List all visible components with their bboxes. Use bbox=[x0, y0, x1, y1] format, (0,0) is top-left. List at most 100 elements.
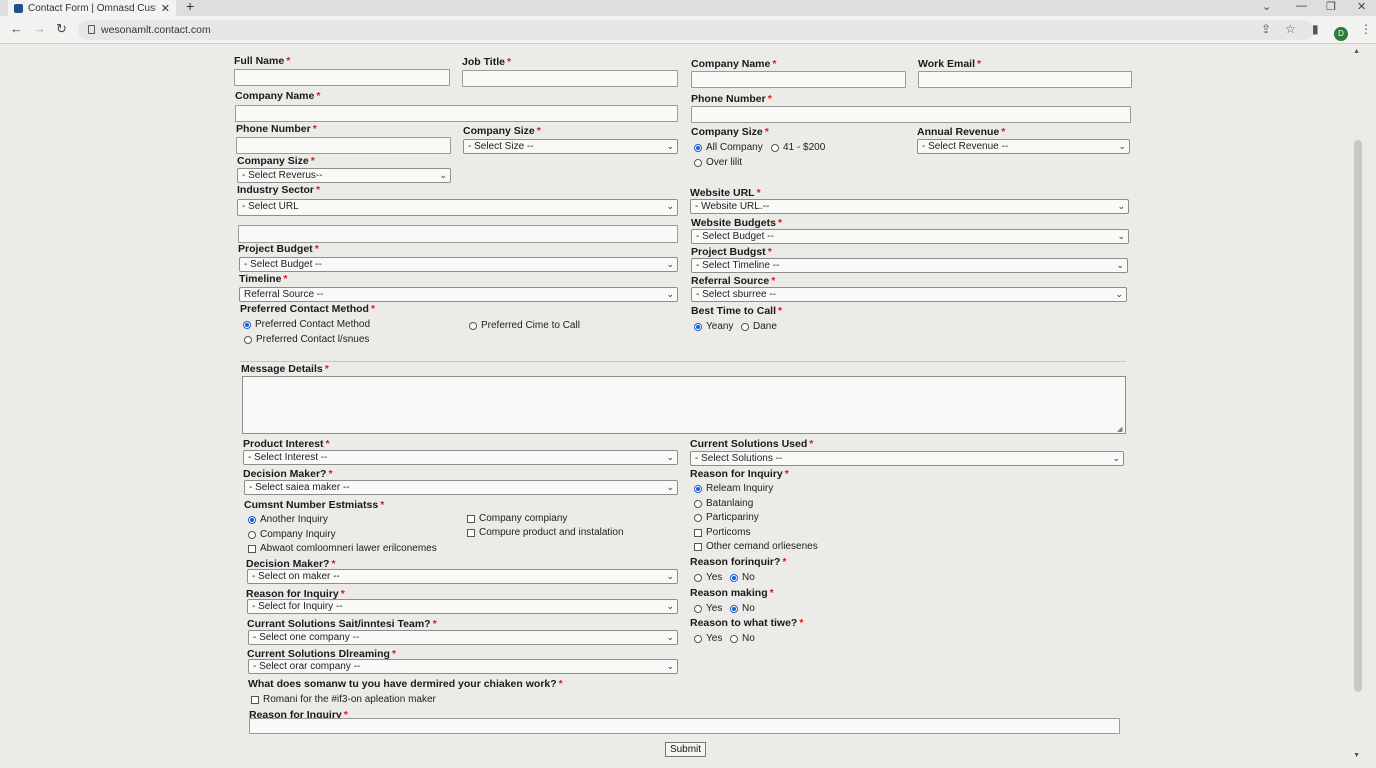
company-size-option[interactable]: Over lilit bbox=[694, 157, 742, 168]
radio-selected-icon[interactable] bbox=[730, 573, 738, 582]
website-budgets-select[interactable]: - Select Budget -- ⌄ bbox=[691, 229, 1129, 244]
best-time-option[interactable]: Yeany bbox=[694, 321, 733, 332]
checkbox-icon[interactable] bbox=[694, 542, 702, 551]
radio-selected-icon[interactable] bbox=[248, 515, 256, 524]
project-budget-select[interactable]: - Select Budget -- ⌄ bbox=[239, 257, 678, 272]
decision-maker-select[interactable]: - Select on maker -- ⌄ bbox=[247, 569, 678, 584]
company-size-option[interactable]: All Company bbox=[694, 142, 763, 153]
estimate-option[interactable]: Another Inquiry bbox=[248, 514, 328, 525]
radio-selected-icon[interactable] bbox=[243, 320, 251, 329]
radio-icon[interactable] bbox=[694, 634, 702, 643]
reason-inquiry-option[interactable]: Batanlaing bbox=[694, 498, 753, 509]
window-close-icon[interactable]: ✕ bbox=[1357, 0, 1366, 13]
industry-other-input[interactable] bbox=[238, 225, 678, 243]
reason-inquiry-option[interactable]: Particpariny bbox=[694, 512, 759, 523]
current-solutions-dreaming-select[interactable]: - Select orar company -- ⌄ bbox=[248, 659, 678, 674]
decision-maker-select[interactable]: - Select saiea maker -- ⌄ bbox=[244, 480, 678, 495]
what-does-option[interactable]: Romani for the #if3-on apleation maker bbox=[251, 694, 436, 705]
profile-avatar[interactable]: D bbox=[1334, 27, 1348, 41]
no-option[interactable]: No bbox=[730, 572, 755, 583]
address-bar[interactable]: wesonamlt.contact.com bbox=[78, 20, 1314, 40]
current-solutions-used-select[interactable]: - Select Solutions -- ⌄ bbox=[690, 451, 1124, 466]
estimate-option[interactable]: Company Inquiry bbox=[248, 529, 336, 540]
checkbox-icon[interactable] bbox=[694, 528, 702, 537]
chevron-down-icon: ⌄ bbox=[666, 201, 674, 211]
preferred-contact-option[interactable]: Preferred Contact l/snues bbox=[244, 334, 369, 345]
best-time-option[interactable]: Dane bbox=[741, 321, 777, 332]
message-textarea[interactable] bbox=[242, 376, 1126, 434]
message-details-label: Message Details * bbox=[241, 363, 329, 375]
share-icon[interactable]: ⇪ bbox=[1261, 22, 1271, 36]
submit-button[interactable]: Submit bbox=[665, 742, 706, 757]
company-name-input[interactable] bbox=[691, 71, 906, 88]
tab-search-icon[interactable]: ⌄ bbox=[1262, 0, 1271, 13]
reason-inquiry-option[interactable]: Other cemand orliesenes bbox=[694, 541, 818, 552]
radio-icon[interactable] bbox=[694, 573, 702, 582]
preferred-contact-option[interactable]: Preferred Contact Method bbox=[243, 319, 370, 330]
no-option[interactable]: No bbox=[730, 603, 755, 614]
menu-icon[interactable]: ⋮ bbox=[1360, 22, 1372, 36]
company-size-select[interactable]: - Select Reverus-- ⌄ bbox=[237, 168, 451, 183]
checkbox-icon[interactable] bbox=[467, 514, 475, 523]
timeline-select[interactable]: Referral Source -- ⌄ bbox=[239, 287, 678, 302]
yes-option[interactable]: Yes bbox=[694, 633, 722, 644]
company-name-input[interactable] bbox=[235, 105, 678, 122]
phone-number-input[interactable] bbox=[236, 137, 451, 154]
preferred-contact-option[interactable]: Preferred Cime to Call bbox=[469, 320, 580, 331]
radio-icon[interactable] bbox=[248, 530, 256, 539]
radio-icon[interactable] bbox=[694, 499, 702, 508]
radio-icon[interactable] bbox=[730, 634, 738, 643]
radio-icon[interactable] bbox=[469, 321, 477, 330]
yes-option[interactable]: Yes bbox=[694, 603, 722, 614]
reason-inquiry-select[interactable]: - Select for Inquiry -- ⌄ bbox=[247, 599, 678, 614]
annual-revenue-select[interactable]: - Select Revenue -- ⌄ bbox=[917, 139, 1130, 154]
website-url-select[interactable]: - Website URL.-- ⌄ bbox=[690, 199, 1129, 214]
radio-selected-icon[interactable] bbox=[694, 322, 702, 331]
star-icon[interactable]: ☆ bbox=[1285, 22, 1296, 36]
company-size-select[interactable]: - Select Size -- ⌄ bbox=[463, 139, 678, 154]
minimize-icon[interactable]: — bbox=[1296, 0, 1307, 12]
radio-icon[interactable] bbox=[244, 335, 252, 344]
forward-arrow-icon[interactable]: → bbox=[33, 21, 46, 36]
industry-sector-select[interactable]: - Select URL ⌄ bbox=[237, 199, 678, 216]
reason-inquiry-option[interactable]: Porticoms bbox=[694, 527, 750, 538]
estimate-option[interactable]: Abwaot comloomneri lawer erilconemes bbox=[248, 543, 437, 554]
sidepanel-icon[interactable]: ▮ bbox=[1312, 22, 1319, 36]
estimate-option[interactable]: Company compiany bbox=[467, 513, 567, 524]
restore-icon[interactable]: ❐ bbox=[1326, 0, 1336, 13]
job-title-input[interactable] bbox=[462, 70, 678, 87]
radio-selected-icon[interactable] bbox=[694, 143, 702, 152]
scrollbar-thumb[interactable] bbox=[1354, 140, 1362, 692]
back-arrow-icon[interactable]: ← bbox=[10, 21, 23, 36]
new-tab-icon[interactable]: + bbox=[186, 0, 194, 14]
browser-tab[interactable]: Contact Form | Omnasd Custom ✕ bbox=[8, 0, 176, 16]
estimate-option[interactable]: Compure product and instalation bbox=[467, 527, 624, 538]
resize-handle-icon[interactable]: ◢ bbox=[1117, 425, 1122, 433]
reason-inquiry-input[interactable] bbox=[249, 718, 1120, 734]
radio-icon[interactable] bbox=[694, 158, 702, 167]
reload-icon[interactable]: ↻ bbox=[56, 21, 67, 37]
radio-icon[interactable] bbox=[771, 143, 779, 152]
company-size-option[interactable]: 41 - $200 bbox=[771, 142, 825, 153]
scroll-up-icon[interactable]: ▲ bbox=[1353, 48, 1360, 55]
current-solutions-team-select[interactable]: - Select one company -- ⌄ bbox=[248, 630, 678, 645]
radio-icon[interactable] bbox=[694, 513, 702, 522]
radio-selected-icon[interactable] bbox=[694, 484, 702, 493]
radio-selected-icon[interactable] bbox=[730, 604, 738, 613]
phone-number-input[interactable] bbox=[691, 106, 1131, 123]
referral-source-select[interactable]: - Select sburree -- ⌄ bbox=[691, 287, 1127, 302]
close-tab-icon[interactable]: ✕ bbox=[161, 2, 170, 15]
product-interest-select[interactable]: - Select Interest -- ⌄ bbox=[243, 450, 678, 465]
work-email-input[interactable] bbox=[918, 71, 1132, 88]
scroll-down-icon[interactable]: ▼ bbox=[1353, 752, 1360, 759]
full-name-input[interactable] bbox=[234, 69, 450, 86]
radio-icon[interactable] bbox=[694, 604, 702, 613]
timeline-select[interactable]: - Select Timeline -- ⌄ bbox=[691, 258, 1128, 273]
checkbox-icon[interactable] bbox=[251, 695, 259, 704]
radio-icon[interactable] bbox=[741, 322, 749, 331]
checkbox-icon[interactable] bbox=[248, 544, 256, 553]
reason-inquiry-option[interactable]: Releam Inquiry bbox=[694, 483, 773, 494]
no-option[interactable]: No bbox=[730, 633, 755, 644]
checkbox-icon[interactable] bbox=[467, 528, 475, 537]
yes-option[interactable]: Yes bbox=[694, 572, 722, 583]
